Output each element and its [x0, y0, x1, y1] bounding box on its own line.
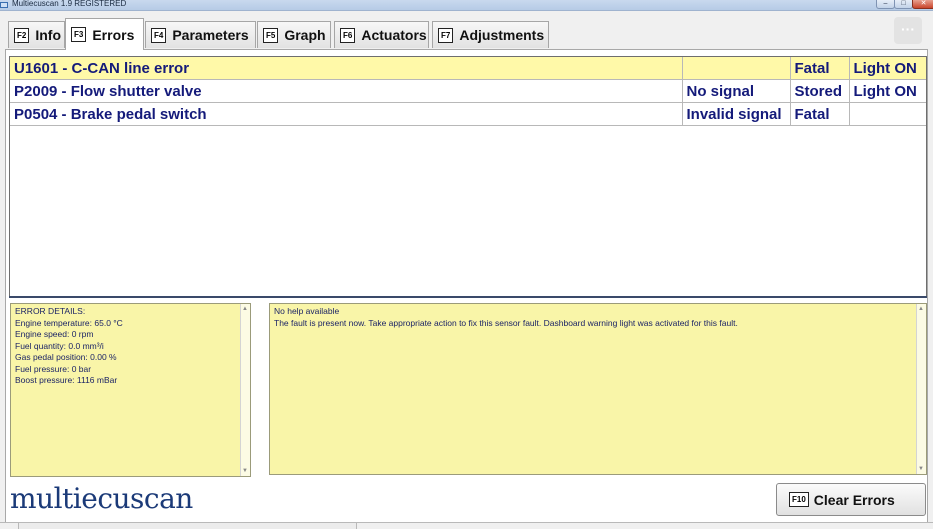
error-status: Fatal	[789, 57, 850, 80]
maximize-button[interactable]: □	[894, 0, 913, 9]
tab-label: Info	[35, 27, 61, 43]
f7-key-icon: F7	[438, 27, 454, 43]
help-scrollbar[interactable]: ▲ ▼	[916, 304, 926, 474]
error-description: P2009 - Flow shutter valve	[10, 79, 683, 103]
error-light	[848, 102, 926, 126]
error-light: Light ON	[848, 79, 926, 103]
error-description: P0504 - Brake pedal switch	[10, 102, 683, 126]
scroll-up-icon[interactable]: ▲	[918, 305, 924, 313]
error-description: U1601 - C-CAN line error	[10, 57, 683, 80]
error-condition	[681, 57, 791, 80]
details-scrollbar[interactable]: ▲ ▼	[240, 304, 250, 476]
details-line: Engine speed: 0 rpm	[15, 329, 94, 339]
tab-adjustments[interactable]: F7 Adjustments	[432, 21, 549, 48]
tab-info[interactable]: F2 Info	[8, 21, 65, 48]
tab-label: Actuators	[361, 27, 427, 43]
app-window: Multiecuscan 1.9 REGISTERED – □ ✕ F2 Inf…	[0, 0, 933, 529]
tab-label: Adjustments	[459, 27, 545, 43]
help-line: The fault is present now. Take appropria…	[274, 317, 738, 328]
f5-key-icon: F5	[263, 27, 279, 43]
details-line: Gas pedal position: 0.00 %	[15, 352, 117, 362]
error-details-pane[interactable]: ERROR DETAILS: Engine temperature: 65.0 …	[10, 303, 251, 477]
error-light: Light ON	[848, 57, 926, 80]
error-list[interactable]: U1601 - C-CAN line error Fatal Light ON …	[9, 56, 927, 297]
tab-label: Parameters	[172, 27, 249, 43]
help-pane[interactable]: No help available The fault is present n…	[269, 303, 927, 475]
more-options-button[interactable]: ···	[894, 17, 922, 44]
close-button[interactable]: ✕	[912, 0, 933, 9]
minimize-button[interactable]: –	[876, 0, 895, 9]
error-table: U1601 - C-CAN line error Fatal Light ON …	[10, 57, 926, 126]
tab-parameters[interactable]: F4 Parameters	[145, 21, 256, 48]
f4-key-icon: F4	[151, 27, 167, 43]
f2-key-icon: F2	[14, 27, 30, 43]
clear-errors-label: Clear Errors	[813, 491, 895, 508]
details-line: Fuel pressure: 0 bar	[15, 363, 92, 374]
app-icon	[0, 2, 8, 8]
clear-errors-button[interactable]: F10 Clear Errors	[776, 483, 926, 516]
error-row[interactable]: U1601 - C-CAN line error Fatal Light ON	[10, 57, 926, 80]
error-status: Fatal	[789, 102, 850, 126]
details-heading: ERROR DETAILS:	[15, 306, 86, 316]
help-line: No help available	[274, 306, 340, 316]
scroll-up-icon[interactable]: ▲	[242, 305, 248, 313]
error-condition: Invalid signal	[681, 102, 791, 126]
f3-key-icon: F3	[71, 27, 87, 42]
scroll-down-icon[interactable]: ▼	[918, 465, 924, 473]
details-line: Fuel quantity: 0.0 mm³/i	[15, 340, 104, 351]
table-divider	[9, 296, 927, 298]
details-line: Engine temperature: 65.0 °C	[15, 317, 123, 328]
error-condition: No signal	[681, 79, 791, 103]
details-line: Boost pressure: 1116 mBar	[15, 375, 118, 385]
error-status: Stored	[789, 79, 850, 103]
tab-strip: F2 Info F3 Errors F4 Parameters F5 Graph…	[0, 10, 933, 50]
status-segment	[18, 523, 357, 529]
scroll-down-icon[interactable]: ▼	[242, 467, 248, 475]
tab-actuators[interactable]: F6 Actuators	[334, 21, 429, 48]
error-row[interactable]: P0504 - Brake pedal switch Invalid signa…	[10, 102, 926, 126]
f6-key-icon: F6	[340, 27, 356, 43]
error-row[interactable]: P2009 - Flow shutter valve No signal Sto…	[10, 79, 926, 103]
multiecuscan-logo: multiecuscan	[10, 482, 193, 515]
tab-label: Errors	[92, 26, 135, 43]
status-bar	[0, 522, 933, 529]
f10-key-icon: F10	[789, 492, 809, 507]
tab-errors[interactable]: F3 Errors	[65, 18, 144, 50]
window-title: Multiecuscan 1.9 REGISTERED	[12, 0, 127, 8]
tab-label: Graph	[284, 27, 326, 43]
tab-graph[interactable]: F5 Graph	[257, 21, 331, 48]
